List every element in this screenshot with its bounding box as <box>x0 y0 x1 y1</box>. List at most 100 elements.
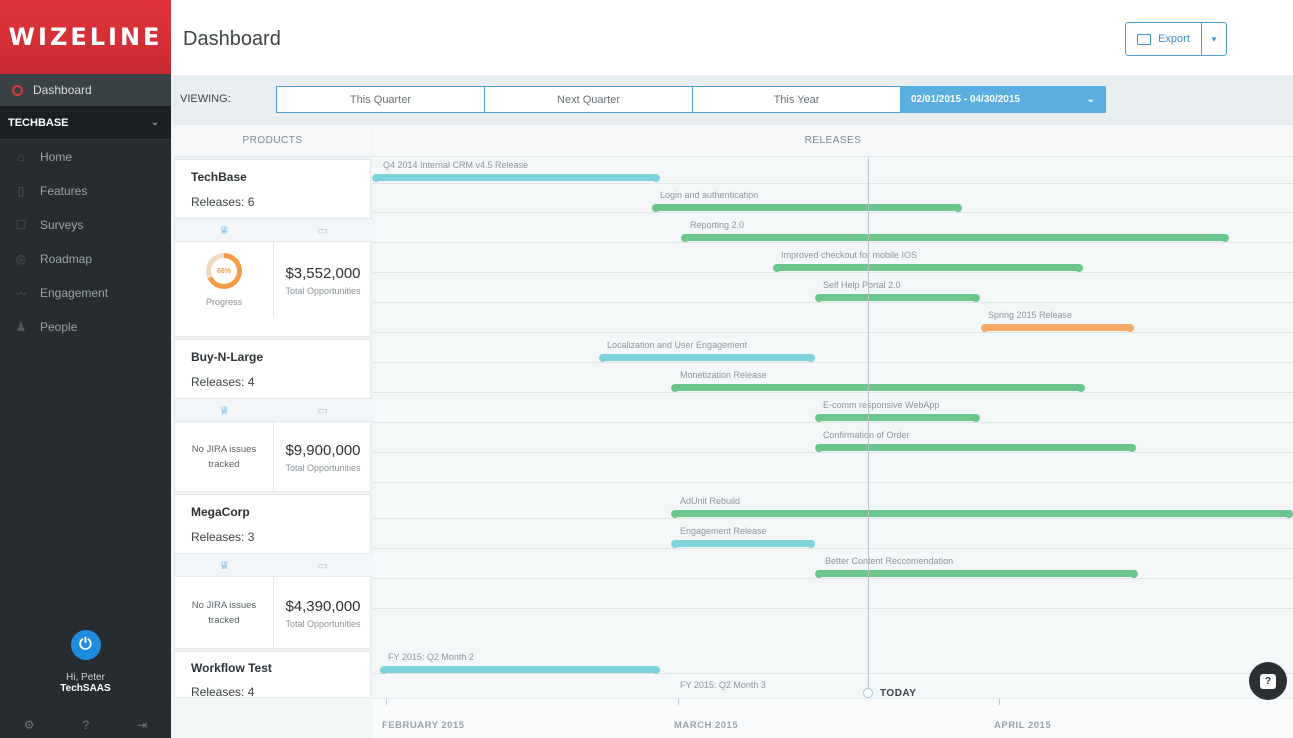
trophy-icon: ♕ <box>219 559 230 572</box>
chevron-down-icon: ⌄ <box>1086 94 1095 105</box>
release-end-dot <box>972 293 980 302</box>
product-card-buy-n-large[interactable]: Buy-N-Large Releases: 4 ♕ ▭ No JIRA issu… <box>174 339 372 492</box>
opportunities-cell: $9,900,000 Total Opportunities <box>274 422 372 492</box>
export-dropdown-button[interactable]: ▾ <box>1202 23 1226 55</box>
release-end-dot <box>1130 569 1138 578</box>
release-row-divider <box>373 518 1293 519</box>
option-this-quarter[interactable]: This Quarter <box>276 86 485 113</box>
sidebar-item-dashboard[interactable]: Dashboard <box>0 74 171 106</box>
release-bar[interactable] <box>372 173 660 182</box>
sidebar-item-label: Roadmap <box>40 252 93 266</box>
release-row-divider <box>373 578 1293 579</box>
product-card-megacorp[interactable]: MegaCorp Releases: 3 ♕ ▭ No JIRA issues … <box>174 494 372 649</box>
release-start-dot <box>372 173 380 182</box>
release-label: Login and authentication <box>660 190 759 200</box>
today-marker <box>863 688 873 698</box>
month-tick <box>386 699 387 705</box>
release-start-dot <box>380 665 388 674</box>
release-bar[interactable] <box>815 443 1136 452</box>
release-bar[interactable] <box>380 665 660 674</box>
products-column-header: PRODUCTS <box>174 125 371 157</box>
release-label: AdUnit Rebuild <box>680 496 741 506</box>
release-label: Q4 2014 Internal CRM v4.5 Release <box>383 160 529 170</box>
release-bar[interactable] <box>815 293 980 302</box>
page-title: Dashboard <box>183 28 281 50</box>
release-bar[interactable] <box>815 569 1138 578</box>
export-button[interactable]: Export <box>1126 23 1202 55</box>
chat-icon: ▭ <box>317 404 328 417</box>
viewing-label: VIEWING: <box>180 93 231 105</box>
product-releases: Releases: 4 <box>191 375 255 389</box>
opportunities-label: Total Opportunities <box>285 285 361 296</box>
release-bar[interactable] <box>652 203 962 212</box>
chevron-down-icon: ▾ <box>1211 33 1217 44</box>
sidebar-item-label: Surveys <box>40 218 84 232</box>
org-selector[interactable]: TECHBASE ⌄ <box>0 106 171 140</box>
release-label: Better Content Reccomendation <box>825 556 954 566</box>
release-bar[interactable] <box>671 539 815 548</box>
release-row-divider <box>373 452 1293 453</box>
option-this-year[interactable]: This Year <box>692 86 901 113</box>
help-icon[interactable]: ? <box>83 718 90 738</box>
org-name: TECHBASE <box>8 116 69 129</box>
date-range-value: 02/01/2015 - 04/30/2015 <box>911 94 1020 105</box>
timeline-axis: FEBRUARY 2015 MARCH 2015 APRIL 2015 <box>373 698 1293 738</box>
trophy-icon: ♕ <box>219 224 230 237</box>
release-end-dot <box>1075 263 1083 272</box>
release-label: Spring 2015 Release <box>988 310 1073 320</box>
sidebar-item-people[interactable]: ♟ People <box>0 310 171 344</box>
product-releases: Releases: 6 <box>191 195 255 209</box>
opportunities-amount: $9,900,000 <box>285 441 361 459</box>
jira-status: No JIRA issues tracked <box>191 444 257 470</box>
logo[interactable]: WIZELINE <box>0 0 171 74</box>
progress-value: 68% <box>211 258 237 284</box>
sidebar-item-engagement[interactable]: 〰 Engagement <box>0 276 171 310</box>
user-greeting: Hi, Peter <box>66 672 105 683</box>
release-bar[interactable] <box>599 353 815 362</box>
release-start-dot <box>671 539 679 548</box>
release-row-divider <box>373 673 1293 674</box>
release-bar[interactable] <box>815 413 980 422</box>
release-bar[interactable] <box>671 509 1293 518</box>
opportunities-cell: $4,390,000 Total Opportunities <box>274 577 372 649</box>
product-icon-row: ♕ ▭ <box>175 398 372 422</box>
product-name: MegaCorp <box>191 505 250 519</box>
settings-icon[interactable]: ⚙ <box>24 718 35 738</box>
release-row-divider <box>373 482 1293 483</box>
jira-cell: No JIRA issues tracked <box>175 422 274 492</box>
release-end-dot <box>972 413 980 422</box>
release-label: FY 2015: Q2 Month 3 <box>680 680 766 690</box>
product-card-techbase[interactable]: TechBase Releases: 6 ♕ ▭ 68% Progress $3… <box>174 159 372 337</box>
sidebar-item-surveys[interactable]: ☐ Surveys <box>0 208 171 242</box>
release-label: Self Help Portal 2.0 <box>823 280 901 290</box>
release-end-dot <box>954 203 962 212</box>
release-bar[interactable] <box>773 263 1083 272</box>
release-label: Engagement Release <box>680 526 767 536</box>
logout-icon[interactable]: ⇥ <box>137 718 147 738</box>
release-bar[interactable] <box>981 323 1134 332</box>
release-row-divider <box>373 422 1293 423</box>
product-icon-row: ♕ ▭ <box>175 218 372 242</box>
product-card-workflow-test[interactable]: Workflow Test Releases: 4 <box>174 651 371 698</box>
sidebar-item-roadmap[interactable]: ◎ Roadmap <box>0 242 171 276</box>
product-stats: No JIRA issues tracked $4,390,000 Total … <box>175 577 372 649</box>
user-profile[interactable]: ⏻ Hi, Peter TechSAAS <box>0 630 171 694</box>
opportunities-amount: $4,390,000 <box>285 597 361 615</box>
sidebar-item-home[interactable]: ⌂ Home <box>0 140 171 174</box>
user-company: TechSAAS <box>60 683 111 694</box>
release-row-divider <box>373 332 1293 333</box>
product-stats: No JIRA issues tracked $9,900,000 Total … <box>175 422 372 492</box>
release-end-dot <box>807 539 815 548</box>
release-bar[interactable] <box>671 383 1085 392</box>
release-end-dot <box>652 173 660 182</box>
release-bar[interactable] <box>681 233 1229 242</box>
release-row-divider <box>373 302 1293 303</box>
option-next-quarter[interactable]: Next Quarter <box>484 86 693 113</box>
sidebar-item-label: People <box>40 320 78 334</box>
sidebar-item-label: Dashboard <box>33 83 92 97</box>
product-icon-row: ♕ ▭ <box>175 553 372 577</box>
release-end-dot <box>652 665 660 674</box>
help-chat-button[interactable]: ? <box>1249 662 1287 700</box>
date-range-picker[interactable]: 02/01/2015 - 04/30/2015 ⌄ <box>900 86 1106 113</box>
sidebar-item-features[interactable]: ▯ Features <box>0 174 171 208</box>
